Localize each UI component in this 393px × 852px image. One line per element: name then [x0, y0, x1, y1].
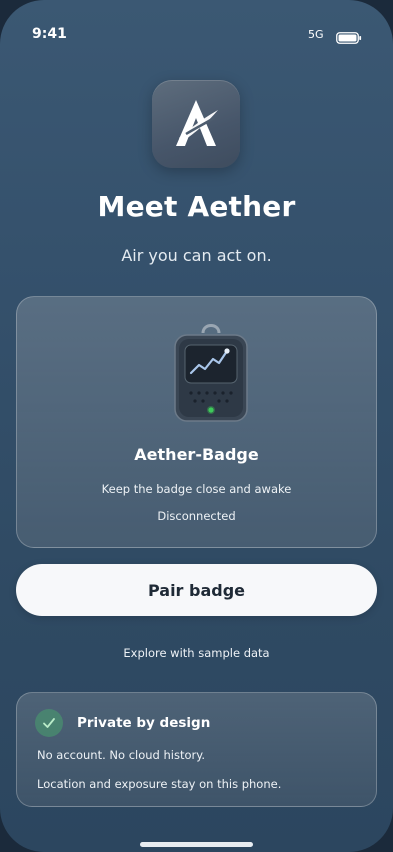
network-indicator: 5G	[308, 28, 324, 41]
pair-badge-button[interactable]: Pair badge	[16, 564, 377, 616]
connection-status: Disconnected	[157, 509, 236, 523]
explore-sample-data-link[interactable]: Explore with sample data	[0, 646, 393, 660]
aether-logo-icon	[152, 80, 240, 168]
status-time: 9:41	[32, 26, 67, 42]
privacy-card: Private by design No account. No cloud h…	[16, 692, 377, 807]
badge-device-icon	[171, 319, 251, 423]
home-indicator[interactable]	[140, 842, 253, 847]
device-name: Aether-Badge	[134, 445, 259, 464]
privacy-title: Private by design	[77, 715, 211, 731]
device-hint: Keep the badge close and awake	[101, 482, 292, 496]
onboarding-screen: 9:41 5G Meet Aether Air you can act on.	[0, 0, 393, 852]
page-title: Meet Aether	[97, 190, 296, 223]
privacy-line-location: Location and exposure stay on this phone…	[37, 777, 282, 791]
device-card: Aether-Badge Keep the badge close and aw…	[16, 296, 377, 548]
privacy-line-account: No account. No cloud history.	[37, 748, 206, 762]
status-bar: 9:41 5G	[0, 0, 393, 52]
page-subtitle: Air you can act on.	[121, 246, 272, 265]
check-icon	[35, 709, 63, 737]
battery-full-icon	[336, 29, 362, 44]
